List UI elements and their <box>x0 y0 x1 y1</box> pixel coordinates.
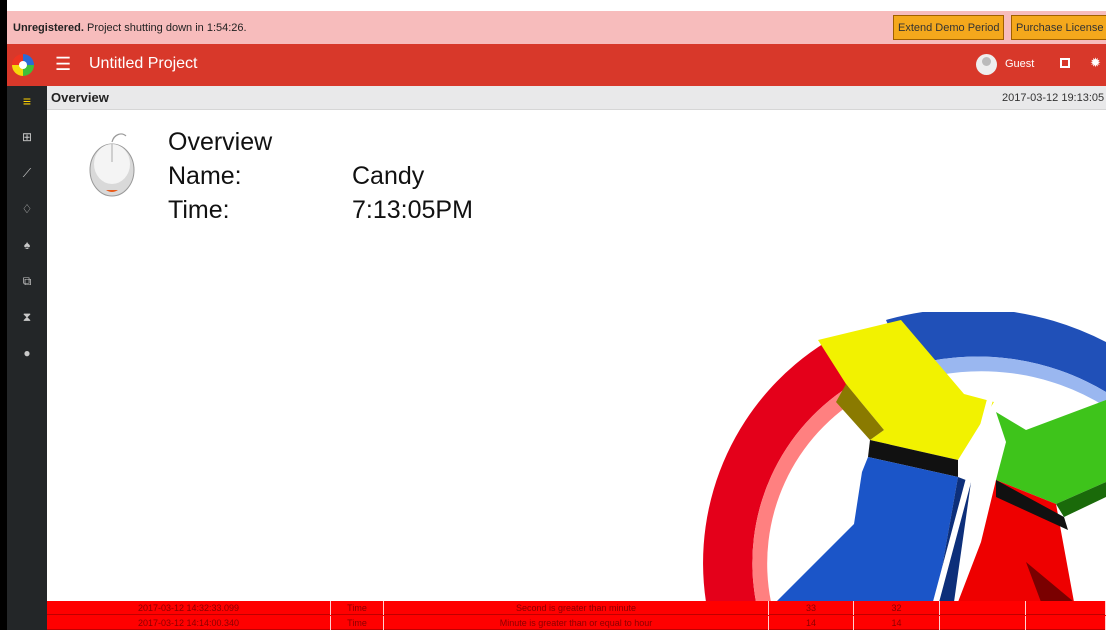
arrows-circle-icon <box>703 312 1106 602</box>
alarm-table: 2017-03-12 14:32:33.099 Time Second is g… <box>47 601 1106 630</box>
app-logo-icon[interactable] <box>11 53 35 77</box>
purchase-license-button[interactable]: Purchase License <box>1011 15 1106 40</box>
app-window: { "banner": { "bold": "Unregistered.", "… <box>0 0 1106 630</box>
sidebar-copy-icon[interactable]: ⧉ <box>7 266 47 296</box>
gear-icon[interactable]: ✹ <box>1090 55 1101 71</box>
qr-code-icon[interactable] <box>1060 58 1070 68</box>
hamburger-menu-icon[interactable]: ☰ <box>55 54 71 75</box>
banner-text: Project shutting down in 1:54:26. <box>83 21 247 34</box>
table-row[interactable]: 2017-03-12 14:14:00.340 Time Minute is g… <box>47 616 1106 630</box>
time-label: Time: <box>168 196 230 224</box>
sidebar-chart-icon[interactable]: ⟋ <box>7 158 47 188</box>
alarm-source-cell: Time <box>331 616 384 630</box>
alarm-extra-cell <box>940 601 1026 615</box>
alarm-value-cell: 33 <box>769 601 854 615</box>
alarm-time-cell: 2017-03-12 14:32:33.099 <box>47 601 331 615</box>
alarm-limit-cell: 14 <box>854 616 940 630</box>
alarm-message-cell: Minute is greater than or equal to hour <box>384 616 769 630</box>
top-bar: ☰ Untitled Project Guest ✹ <box>7 44 1106 86</box>
banner-message: Unregistered. Project shutting down in 1… <box>7 22 247 34</box>
name-label: Name: <box>168 162 242 190</box>
project-title: Untitled Project <box>89 55 198 72</box>
user-name[interactable]: Guest <box>1005 58 1034 70</box>
mouse-icon <box>89 133 135 197</box>
alarm-extra-cell-2 <box>1026 616 1106 630</box>
sidebar-menu-icon[interactable]: ≡ <box>7 86 47 116</box>
alarm-message-cell: Second is greater than minute <box>384 601 769 615</box>
sidebar-hourglass-icon[interactable]: ⧗ <box>7 302 47 332</box>
alarm-value-cell: 14 <box>769 616 854 630</box>
page-header-strip: Overview 2017-03-12 19:13:05 <box>47 86 1106 110</box>
sidebar-bell-outline-icon[interactable]: ♢ <box>7 194 47 224</box>
unregistered-banner: Unregistered. Project shutting down in 1… <box>7 11 1106 44</box>
alarm-extra-cell-2 <box>1026 601 1106 615</box>
banner-bold: Unregistered. <box>13 21 84 34</box>
current-timestamp: 2017-03-12 19:13:05 <box>1002 92 1105 104</box>
sidebar: ≡ ⊞ ⟋ ♢ ♠ ⧉ ⧗ ● <box>7 86 47 630</box>
overview-heading: Overview <box>168 128 273 156</box>
alarm-limit-cell: 32 <box>854 601 940 615</box>
alarm-extra-cell <box>940 616 1026 630</box>
extend-demo-button[interactable]: Extend Demo Period <box>893 15 1004 40</box>
alarm-time-cell: 2017-03-12 14:14:00.340 <box>47 616 331 630</box>
window-edge <box>0 0 7 630</box>
name-value: Candy <box>352 162 425 190</box>
table-row[interactable]: 2017-03-12 14:32:33.099 Time Second is g… <box>47 601 1106 615</box>
sidebar-bell-icon[interactable]: ♠ <box>7 230 47 260</box>
sidebar-info-icon[interactable]: ● <box>7 338 47 368</box>
sidebar-map-icon[interactable]: ⊞ <box>7 122 47 152</box>
page-title: Overview <box>51 90 109 105</box>
user-avatar[interactable] <box>976 54 997 75</box>
time-value: 7:13:05PM <box>352 196 473 224</box>
alarm-source-cell: Time <box>331 601 384 615</box>
